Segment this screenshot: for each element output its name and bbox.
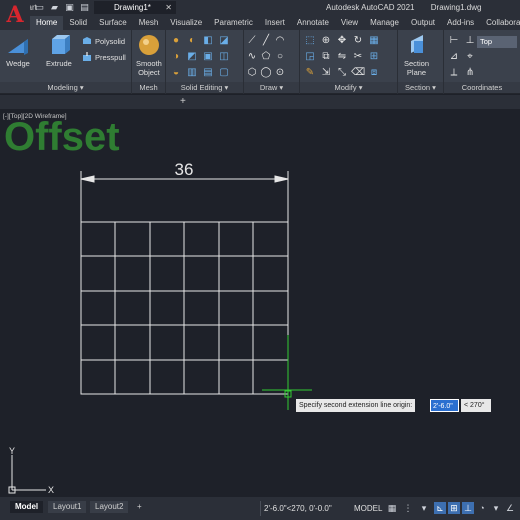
ortho-mode-icon[interactable]: ⊥ bbox=[462, 502, 474, 514]
layout-tab-layout2[interactable]: Layout2 bbox=[90, 501, 129, 513]
dynamic-input-icon[interactable]: ⊞ bbox=[448, 502, 460, 514]
layout-tab-layout1[interactable]: Layout1 bbox=[48, 501, 87, 513]
infer-constraints-icon[interactable]: ⊾ bbox=[434, 502, 446, 514]
command-prompt-tooltip: Specify second extension line origin: bbox=[296, 399, 416, 412]
layout-tab-model[interactable]: Model bbox=[10, 501, 44, 513]
polar-tracking-icon[interactable]: ◔ bbox=[476, 502, 488, 514]
app-logo-icon[interactable]: A bbox=[0, 0, 30, 30]
ucs-x-label: X bbox=[48, 485, 54, 495]
snap-dropdown-icon[interactable]: ▾ bbox=[418, 502, 430, 514]
object-snap-tracking-icon[interactable]: ∠ bbox=[504, 502, 516, 514]
drawing-canvas[interactable]: 36 Y X bbox=[0, 0, 520, 520]
arrow-right-icon bbox=[274, 175, 289, 183]
status-separator bbox=[260, 501, 261, 516]
ucs-y-label: Y bbox=[9, 446, 15, 456]
model-space-toggle[interactable]: MODEL bbox=[354, 504, 382, 513]
dynamic-angle-input[interactable]: < 270° bbox=[461, 399, 491, 412]
dimension-text[interactable]: 36 bbox=[175, 160, 194, 179]
add-layout-icon[interactable]: + bbox=[132, 501, 147, 513]
grid-geometry[interactable] bbox=[80, 221, 289, 395]
grid-display-icon[interactable]: ▦ bbox=[386, 502, 398, 514]
ucs-axis-icon bbox=[8, 455, 46, 494]
dynamic-distance-input[interactable]: 2'-6.0" bbox=[430, 399, 459, 412]
cursor-coordinates[interactable]: 2'-6.0"<270, 0'-0.0" bbox=[264, 504, 332, 513]
isometric-drafting-icon[interactable]: ▾ bbox=[490, 502, 502, 514]
arrow-left-icon bbox=[80, 175, 95, 183]
snap-mode-icon[interactable]: ⋮ bbox=[402, 502, 414, 514]
